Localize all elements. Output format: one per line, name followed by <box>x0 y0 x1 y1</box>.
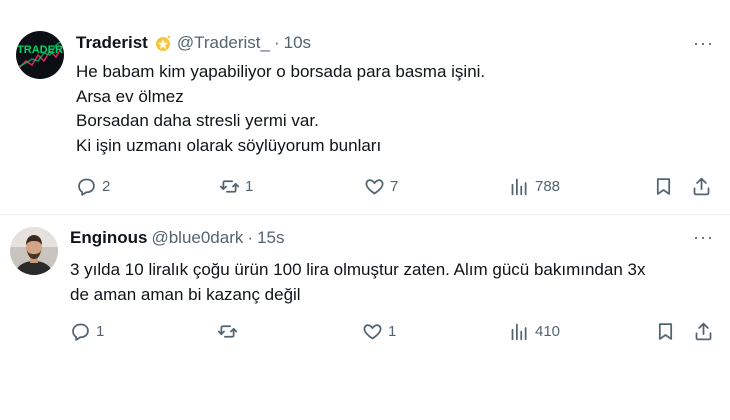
bookmark-button[interactable] <box>655 321 676 342</box>
gold-badge-icon <box>155 35 171 51</box>
reply-count: 2 <box>102 178 111 195</box>
user-handle[interactable]: @blue0dark <box>151 228 243 248</box>
tweet-2[interactable]: Enginous @blue0dark · 15s ··· 3 yılda 10… <box>0 215 730 420</box>
tweet-line: He babam kim yapabiliyor o borsada para … <box>76 62 486 81</box>
tweet-line: de aman aman bi kazanç değil <box>70 284 301 304</box>
share-icon <box>693 177 710 196</box>
tweet-1[interactable]: TRADER Traderist @Traderist_ · 10s ··· H… <box>0 0 730 215</box>
analytics-icon <box>511 178 527 196</box>
user-handle[interactable]: @Traderist_ <box>177 33 270 53</box>
like-button[interactable]: 7 <box>364 176 398 197</box>
tweet-actions: 1 1 410 <box>0 321 730 345</box>
tweet-line: Borsadan daha stresli yermi var. <box>76 111 319 130</box>
display-name[interactable]: Enginous <box>70 228 147 248</box>
tweet-actions: 2 1 7 788 <box>0 176 730 200</box>
views-button[interactable]: 788 <box>509 176 560 197</box>
like-button[interactable]: 1 <box>362 321 396 342</box>
avatar-logo-text: TRADER <box>17 44 63 56</box>
tweet-text: 3 yılda 10 liralık çoğu ürün 100 lira ol… <box>70 258 710 307</box>
tweet-line: Ki işin uzmanı olarak söylüyorum bunları <box>76 135 382 155</box>
more-options-icon[interactable]: ··· <box>693 33 714 54</box>
reply-icon <box>72 323 89 341</box>
timestamp[interactable]: 10s <box>284 33 311 53</box>
repost-button[interactable]: 1 <box>219 176 253 197</box>
bookmark-icon <box>656 178 671 195</box>
display-name[interactable]: Traderist <box>76 33 148 53</box>
like-count: 1 <box>388 323 397 340</box>
heart-icon <box>363 324 382 340</box>
repost-icon <box>217 325 238 338</box>
reply-icon <box>78 178 95 196</box>
share-button[interactable] <box>693 321 714 342</box>
timestamp[interactable]: 15s <box>257 228 284 248</box>
analytics-icon <box>511 323 527 341</box>
separator: · <box>247 228 254 247</box>
avatar-enginous[interactable] <box>10 227 58 275</box>
repost-button[interactable] <box>217 321 243 342</box>
reply-count: 1 <box>96 323 105 340</box>
share-icon <box>695 322 712 341</box>
share-button[interactable] <box>691 176 712 197</box>
tweet-line: Arsa ev ölmez <box>76 86 184 106</box>
tweet-header: Enginous @blue0dark · 15s <box>70 228 284 248</box>
bookmark-icon <box>658 323 673 340</box>
bookmark-button[interactable] <box>653 176 674 197</box>
tweet-line: 3 yılda 10 liralık çoğu ürün 100 lira ol… <box>70 260 646 279</box>
view-count: 788 <box>535 178 561 195</box>
like-count: 7 <box>390 178 399 195</box>
tweet-header: Traderist @Traderist_ · 10s <box>76 33 311 53</box>
repost-icon <box>219 180 240 193</box>
avatar-traderist[interactable]: TRADER <box>16 31 64 79</box>
separator: · <box>273 33 280 52</box>
view-count: 410 <box>535 323 561 340</box>
reply-button[interactable]: 2 <box>76 176 110 197</box>
reply-button[interactable]: 1 <box>70 321 104 342</box>
repost-count: 1 <box>245 178 254 195</box>
views-button[interactable]: 410 <box>509 321 560 342</box>
tweet-text: He babam kim yapabiliyor o borsada para … <box>76 60 696 158</box>
more-options-icon[interactable]: ··· <box>693 227 714 248</box>
heart-icon <box>365 179 384 195</box>
